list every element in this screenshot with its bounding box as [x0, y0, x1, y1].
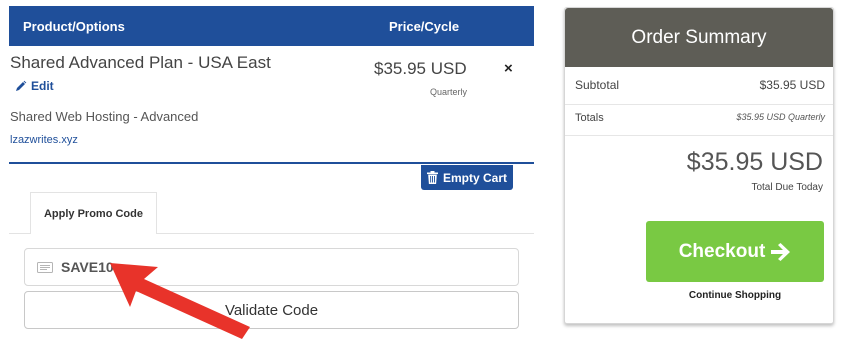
- totals-row: Totals $35.95 USD Quarterly: [575, 112, 825, 124]
- edit-label: Edit: [31, 79, 54, 93]
- order-summary-title: Order Summary: [565, 8, 833, 67]
- checkout-button[interactable]: Checkout: [646, 221, 824, 282]
- cart-header: Product/Options Price/Cycle: [9, 6, 534, 46]
- continue-shopping-link[interactable]: Continue Shopping: [646, 290, 824, 301]
- product-description: Shared Web Hosting - Advanced: [10, 109, 199, 124]
- product-name: Shared Advanced Plan - USA East: [10, 53, 271, 72]
- item-cycle: Quarterly: [430, 87, 468, 97]
- pencil-icon: [16, 80, 27, 91]
- edit-link[interactable]: Edit: [15, 79, 54, 93]
- subtotal-label: Subtotal: [575, 78, 620, 92]
- summary-divider: [565, 104, 833, 105]
- totals-value: $35.95 USD Quarterly: [736, 112, 825, 122]
- totals-label: Totals: [575, 112, 604, 124]
- promo-code-input[interactable]: SAVE10: [24, 248, 519, 286]
- empty-cart-button[interactable]: Empty Cart: [421, 165, 513, 190]
- subtotal-value: $35.95 USD: [759, 78, 825, 92]
- ticket-icon: [37, 261, 53, 273]
- total-amount: $35.95 USD: [686, 148, 823, 176]
- remove-item-icon[interactable]: ×: [504, 60, 513, 77]
- summary-divider: [565, 135, 833, 136]
- total-due-label: Total Due Today: [751, 182, 823, 193]
- item-price: $35.95 USD: [374, 59, 467, 78]
- arrow-right-icon: [771, 242, 791, 261]
- product-column-header: Product/Options: [23, 18, 125, 34]
- cart-table: Product/Options Price/Cycle: [9, 6, 534, 46]
- tab-apply-promo-code[interactable]: Apply Promo Code: [30, 192, 157, 234]
- validate-code-button[interactable]: Validate Code: [24, 291, 519, 329]
- cart-page: Product/Options Price/Cycle Shared Advan…: [0, 0, 844, 360]
- red-arrow-icon: [110, 263, 250, 339]
- product-domain: lzazwrites.xyz: [10, 134, 78, 146]
- empty-cart-label: Empty Cart: [442, 170, 507, 185]
- order-summary-panel: Order Summary Subtotal $35.95 USD Totals…: [564, 7, 834, 324]
- subtotal-row: Subtotal $35.95 USD: [575, 78, 825, 92]
- price-column-header: Price/Cycle: [389, 18, 460, 34]
- checkout-label: Checkout: [678, 240, 766, 262]
- trash-icon: [426, 171, 438, 184]
- promo-tab-label: Apply Promo Code: [43, 207, 143, 220]
